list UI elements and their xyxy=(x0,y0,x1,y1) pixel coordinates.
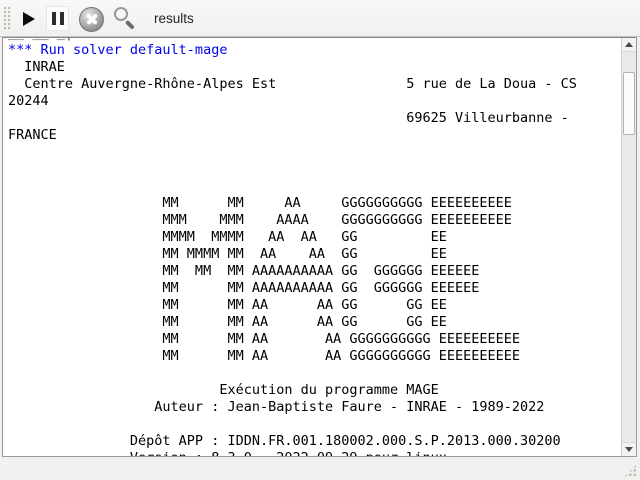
console-line: Version : 8.3.0 - 2022-09-29 pour linux xyxy=(8,450,620,457)
console-line: MMM MMM AAAA GGGGGGGGGG EEEEEEEEEE xyxy=(8,212,620,229)
console-line: Centre Auvergne-Rhône-Alpes Est 5 rue de… xyxy=(8,76,620,93)
bottom-strip xyxy=(0,457,640,480)
toolbar: results xyxy=(0,0,640,37)
arrow-up-icon xyxy=(625,42,633,47)
scroll-down-button[interactable] xyxy=(622,442,636,456)
console-line: Exécution du programme MAGE xyxy=(8,382,620,399)
console-line: MM MM MM AAAAAAAAAA GG GGGGGG EEEEEE xyxy=(8,263,620,280)
scroll-up-button[interactable] xyxy=(622,38,636,52)
results-button[interactable]: results xyxy=(146,0,202,37)
play-icon xyxy=(23,12,35,26)
toolbar-grip[interactable] xyxy=(3,6,11,31)
console-line: MMMM MMMM AA AA GG EE xyxy=(8,229,620,246)
pause-icon xyxy=(47,12,68,25)
play-button[interactable] xyxy=(16,7,42,31)
console-output[interactable]: __ __ _|*** Run solver default-mage INRA… xyxy=(2,37,637,457)
arrow-down-icon xyxy=(625,447,633,452)
console-line: INRAE xyxy=(8,59,620,76)
scrollbar-trough[interactable] xyxy=(622,52,636,442)
console-line xyxy=(8,161,620,178)
search-button[interactable] xyxy=(110,4,140,33)
console-line: MM MM AA AA GGGGGGGGGG EEEEEEEEEE xyxy=(8,331,620,348)
stop-icon xyxy=(79,7,104,32)
console-line xyxy=(8,365,620,382)
console-line: *** Run solver default-mage xyxy=(8,42,620,59)
console-line: MM MM AA AA GGGGGGGGGG EEEEEEEEEE xyxy=(8,348,620,365)
console-text: __ __ _|*** Run solver default-mage INRA… xyxy=(3,38,620,457)
console-line: MM MMMM MM AA AA GG EE xyxy=(8,246,620,263)
console-line: MM MM AA AA GG GG EE xyxy=(8,297,620,314)
resize-grip[interactable] xyxy=(624,464,637,477)
console-line: 20244 xyxy=(8,93,620,110)
console-line: MM MM AA GGGGGGGGGG EEEEEEEEEE xyxy=(8,195,620,212)
console-line xyxy=(8,416,620,433)
scrollbar-thumb[interactable] xyxy=(623,72,635,135)
console-line: 69625 Villeurbanne - xyxy=(8,110,620,127)
vertical-scrollbar[interactable] xyxy=(621,38,636,456)
pause-button[interactable] xyxy=(46,6,69,31)
console-line: FRANCE xyxy=(8,127,620,144)
console-line: Dépôt APP : IDDN.FR.001.180002.000.S.P.2… xyxy=(8,433,620,450)
console-line: MM MM AA AA GG GG EE xyxy=(8,314,620,331)
console-line: Auteur : Jean-Baptiste Faure - INRAE - 1… xyxy=(8,399,620,416)
console-line: MM MM AAAAAAAAAA GG GGGGGG EEEEEE xyxy=(8,280,620,297)
console-line xyxy=(8,144,620,161)
console-line xyxy=(8,178,620,195)
stop-button[interactable] xyxy=(79,6,105,32)
